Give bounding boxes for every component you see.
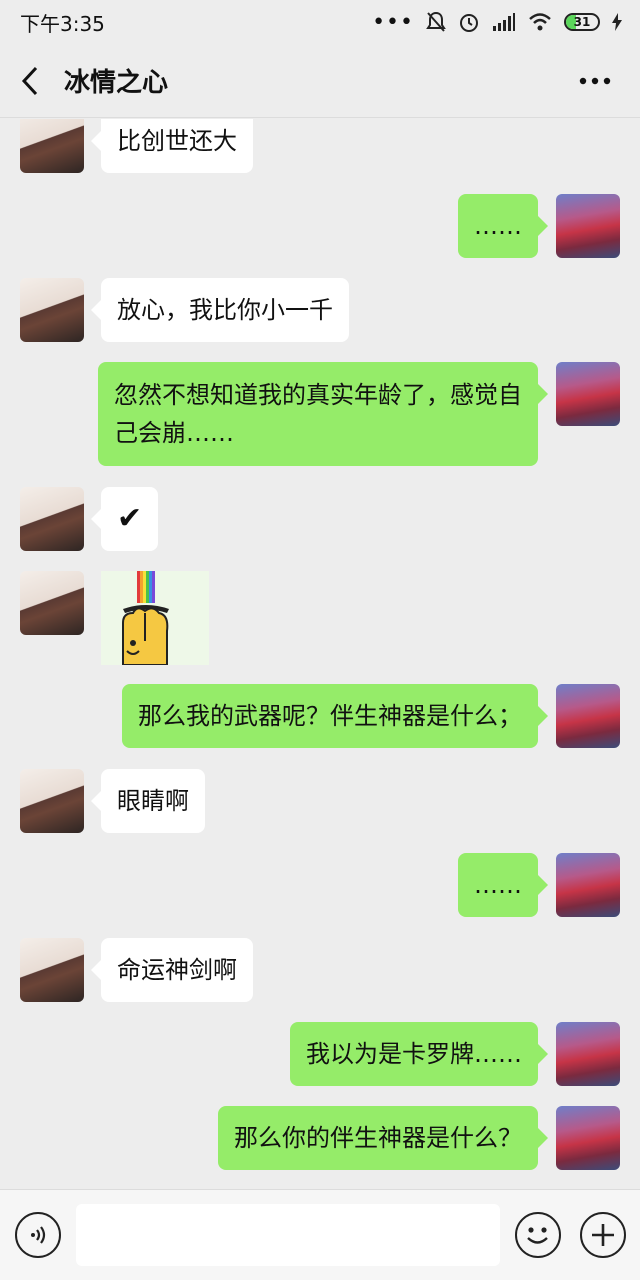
signal-icon	[493, 13, 515, 31]
message-bubble[interactable]: 那么我的武器呢？伴生神器是什么；	[122, 684, 548, 748]
user-avatar[interactable]	[556, 194, 620, 258]
message-text: 忽然不想知道我的真实年龄了，感觉自己会崩……	[114, 381, 522, 447]
user-avatar[interactable]	[556, 853, 620, 917]
message-row	[0, 571, 640, 667]
chat-area[interactable]: 比创世还大 …… 放心，我比你小一千 忽然不想知道我的真实年龄了，感觉自己会崩……	[0, 119, 640, 1189]
more-options-button[interactable]	[578, 66, 612, 96]
message-row: 那么我的武器呢？伴生神器是什么；	[0, 684, 640, 748]
voice-input-button[interactable]	[15, 1212, 61, 1258]
message-row: 命运神剑啊	[0, 938, 640, 1002]
message-bubble[interactable]: 忽然不想知道我的真实年龄了，感觉自己会崩……	[98, 362, 548, 466]
battery-level: 31	[573, 15, 591, 29]
contact-avatar[interactable]	[20, 487, 84, 551]
message-row: 眼睛啊	[0, 769, 640, 833]
message-text: 眼睛啊	[117, 787, 189, 815]
contact-avatar[interactable]	[20, 938, 84, 1002]
message-bubble[interactable]: ……	[458, 194, 548, 258]
sticker-image[interactable]	[101, 571, 209, 665]
message-text: 放心，我比你小一千	[117, 296, 333, 324]
message-row: 放心，我比你小一千	[0, 278, 640, 342]
message-row: 我以为是卡罗牌……	[0, 1022, 640, 1086]
wifi-icon	[529, 13, 551, 31]
message-bubble[interactable]: ✔	[90, 487, 159, 551]
charging-icon	[612, 13, 622, 31]
message-text: 比创世还大	[117, 127, 237, 155]
plus-icon	[592, 1224, 614, 1246]
more-functions-button[interactable]	[580, 1212, 626, 1258]
message-bubble[interactable]: ……	[458, 853, 548, 917]
more-icon	[579, 77, 611, 85]
message-text: ……	[474, 871, 522, 899]
message-bubble[interactable]: 比创世还大	[91, 119, 253, 173]
sticker-drawing	[122, 571, 169, 665]
contact-avatar[interactable]	[20, 769, 84, 833]
message-bubble[interactable]: 放心，我比你小一千	[91, 278, 349, 342]
battery-icon: 31	[564, 13, 600, 31]
emoji-icon	[527, 1227, 548, 1244]
message-row: 忽然不想知道我的真实年龄了，感觉自己会崩……	[0, 362, 640, 468]
message-text: 命运神剑啊	[117, 956, 237, 984]
message-text: ……	[474, 212, 522, 240]
message-row: ✔	[0, 487, 640, 551]
contact-avatar[interactable]	[20, 571, 84, 635]
message-bubble[interactable]: 命运神剑啊	[91, 938, 253, 1002]
message-text: 那么我的武器呢？伴生神器是什么；	[138, 702, 522, 730]
user-avatar[interactable]	[556, 362, 620, 426]
status-icons: ••• 31	[372, 10, 622, 35]
alarm-icon	[460, 14, 478, 32]
status-bar: 下午3:35 ••• 31	[0, 0, 640, 44]
status-time: 下午3:35	[20, 11, 105, 36]
message-text: ✔	[117, 501, 143, 536]
input-bar	[0, 1189, 640, 1280]
message-bubble[interactable]: 我以为是卡罗牌……	[290, 1022, 548, 1086]
message-text: 我以为是卡罗牌……	[306, 1040, 522, 1068]
contact-avatar[interactable]	[20, 119, 84, 173]
user-avatar[interactable]	[556, 684, 620, 748]
message-bubble[interactable]: 眼睛啊	[91, 769, 205, 833]
message-bubble[interactable]: 那么你的伴生神器是什么？	[218, 1106, 548, 1170]
message-row: 那么你的伴生神器是什么？	[0, 1106, 640, 1170]
message-row: 比创世还大	[0, 119, 640, 181]
back-button[interactable]	[0, 44, 60, 118]
voice-icon	[31, 1226, 46, 1244]
emoji-button[interactable]	[515, 1212, 561, 1258]
mute-icon	[426, 11, 446, 32]
chat-title: 冰情之心	[64, 68, 169, 98]
message-row: ……	[0, 853, 640, 917]
message-input[interactable]	[76, 1204, 500, 1266]
message-text: 那么你的伴生神器是什么？	[234, 1124, 522, 1152]
back-arrow-icon	[21, 66, 38, 95]
nav-bar: 冰情之心	[0, 44, 640, 118]
user-avatar[interactable]	[556, 1106, 620, 1170]
message-row: ……	[0, 194, 640, 258]
more-dots-icon: •••	[372, 9, 414, 35]
contact-avatar[interactable]	[20, 278, 84, 342]
user-avatar[interactable]	[556, 1022, 620, 1086]
